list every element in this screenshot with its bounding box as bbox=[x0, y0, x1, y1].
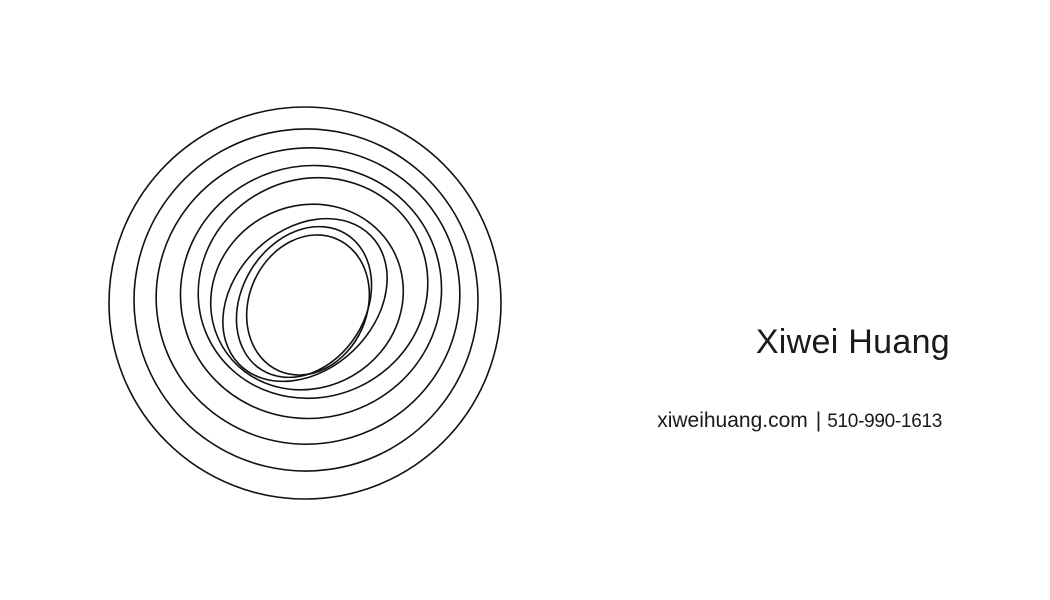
contact-line: xiweihuang.com | 510-990-1613 bbox=[657, 409, 942, 433]
ring-4 bbox=[179, 164, 443, 420]
contact-separator: | bbox=[815, 409, 822, 432]
business-card: { "card": { "name": "Xiwei Huang", "webs… bbox=[0, 0, 1050, 600]
ring-2 bbox=[133, 128, 479, 472]
phone-number[interactable]: 510-990-1613 bbox=[827, 411, 942, 432]
ring-9 bbox=[245, 234, 371, 376]
ring-8 bbox=[235, 225, 373, 379]
ring-5 bbox=[197, 176, 429, 400]
ring-7 bbox=[222, 217, 388, 383]
website-link[interactable]: xiweihuang.com bbox=[657, 409, 808, 432]
concentric-rings-icon bbox=[108, 106, 502, 500]
person-name: Xiwei Huang bbox=[755, 323, 950, 361]
